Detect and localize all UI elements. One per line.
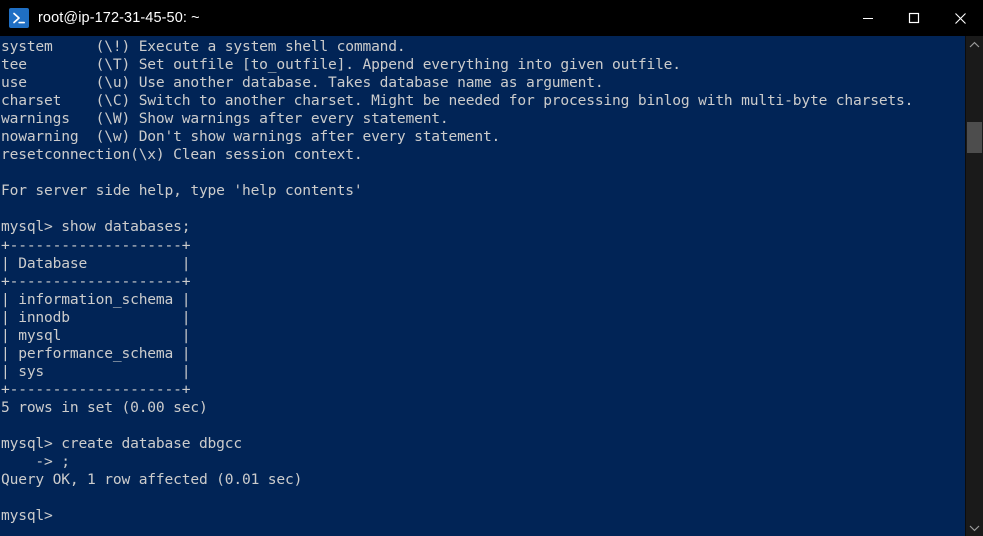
terminal-line: charset (\C) Switch to another charset. … — [1, 92, 914, 110]
terminal-prompt[interactable]: mysql> — [1, 507, 965, 525]
scrollbar-down-button[interactable] — [966, 519, 983, 536]
terminal-line: For server side help, type 'help content… — [1, 182, 363, 200]
terminal-line: | sys | — [1, 362, 191, 380]
powershell-prompt-icon — [9, 8, 29, 28]
scrollbar-thumb[interactable] — [967, 122, 982, 153]
terminal-line-continuation: -> ; — [1, 453, 70, 471]
terminal-line-command: mysql> show databases; — [1, 218, 191, 236]
terminal-line: resetconnection(\x) Clean session contex… — [1, 146, 363, 164]
title-bar[interactable]: root@ip-172-31-45-50: ~ — [0, 0, 983, 36]
window-controls — [845, 0, 983, 36]
close-button[interactable] — [937, 0, 983, 36]
terminal-line: system (\!) Execute a system shell comma… — [1, 38, 406, 55]
terminal-line: | innodb | — [1, 308, 191, 326]
terminal-line: tee (\T) Set outfile [to_outfile]. Appen… — [1, 56, 681, 74]
terminal-line: | information_schema | — [1, 290, 191, 308]
terminal-lines: system (\!) Execute a system shell comma… — [0, 36, 965, 525]
minimize-button[interactable] — [845, 0, 891, 36]
terminal-line: | Database | — [1, 254, 191, 272]
terminal-body: system (\!) Execute a system shell comma… — [0, 36, 983, 536]
terminal-line: 5 rows in set (0.00 sec) — [1, 398, 208, 416]
terminal-line: nowarning (\w) Don't show warnings after… — [1, 128, 501, 146]
terminal-line: +--------------------+ — [1, 236, 191, 254]
terminal-line-command: mysql> create database dbgcc — [1, 435, 242, 453]
terminal-line: | performance_schema | — [1, 344, 191, 362]
window-title: root@ip-172-31-45-50: ~ — [38, 10, 200, 26]
terminal-output-area[interactable]: system (\!) Execute a system shell comma… — [0, 36, 965, 536]
title-bar-left: root@ip-172-31-45-50: ~ — [0, 8, 200, 28]
terminal-window: root@ip-172-31-45-50: ~ system (\!) Exec… — [0, 0, 983, 536]
terminal-line: | mysql | — [1, 326, 191, 344]
terminal-line: warnings (\W) Show warnings after every … — [1, 110, 449, 128]
terminal-line: +--------------------+ — [1, 272, 191, 290]
maximize-button[interactable] — [891, 0, 937, 36]
terminal-line: +--------------------+ — [1, 380, 191, 398]
vertical-scrollbar[interactable] — [965, 36, 983, 536]
scrollbar-up-button[interactable] — [966, 36, 983, 53]
terminal-line: use (\u) Use another database. Takes dat… — [1, 74, 604, 92]
terminal-line: Query OK, 1 row affected (0.01 sec) — [1, 471, 303, 489]
scrollbar-track[interactable] — [966, 53, 983, 519]
